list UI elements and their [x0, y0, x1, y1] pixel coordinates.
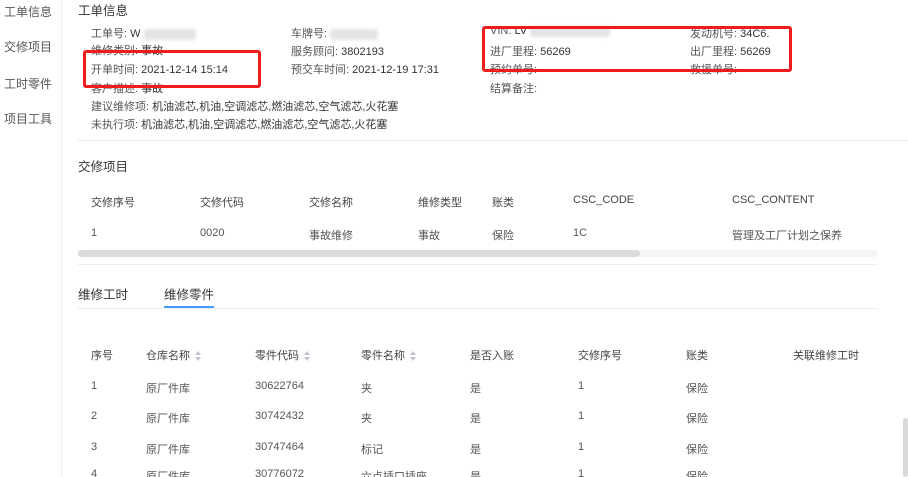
table-cell: 1 [91, 380, 98, 392]
column-header-label: 零件代码 [255, 350, 299, 362]
service-advisor-field: 服务顾问: 3802193 [291, 43, 384, 59]
sidebar-item-project-tools[interactable]: 项目工具 [4, 110, 52, 127]
highlight-mileage-box [482, 26, 792, 72]
settle-note-label: 结算备注: [490, 83, 538, 95]
table-cell: 标记 [361, 444, 383, 456]
table-cell: 30776072 [255, 468, 304, 477]
service-advisor-label: 服务顾问: [291, 46, 339, 58]
table-cell: 夹 [361, 383, 372, 395]
column-header: 交修名称 [309, 197, 353, 209]
table-cell: 2 [91, 410, 98, 422]
table-cell: 1 [91, 227, 98, 239]
tab-labor-hours[interactable]: 维修工时 [78, 284, 128, 303]
table-cell: 六点插口插座 [361, 471, 427, 477]
not-executed-field: 未执行项: 机油滤芯,机油,空调滤芯,燃油滤芯,空气滤芯,火花塞 [91, 116, 387, 132]
column-header: CSC_CODE [573, 194, 635, 206]
table-cell: 保险 [686, 444, 708, 456]
highlight-open-time-box [83, 50, 261, 88]
column-header: 交修序号 [578, 350, 622, 362]
table-cell: 夹 [361, 413, 372, 425]
suggested-repair-value: 机油滤芯,机油,空调滤芯,燃油滤芯,空气滤芯,火花塞 [152, 101, 399, 113]
table-cell: 原厂件库 [146, 444, 190, 456]
table-cell: 1 [578, 380, 585, 392]
table-cell: 保险 [492, 230, 514, 242]
table-cell: 保险 [686, 383, 708, 395]
column-header: 维修类型 [418, 197, 462, 209]
column-header[interactable]: 仓库名称 [146, 347, 201, 363]
table-cell: 30622764 [255, 380, 304, 392]
table-cell: 30747464 [255, 441, 304, 453]
order-no-label: 工单号: [91, 28, 128, 40]
table-cell: 1 [578, 441, 585, 453]
service-advisor-value: 3802193 [341, 46, 384, 58]
column-header-label: 零件名称 [361, 350, 405, 362]
table-cell: 管理及工厂计划之保养 [732, 230, 842, 242]
table-cell: 0020 [200, 227, 225, 239]
column-header: 序号 [91, 350, 113, 362]
vertical-scrollbar[interactable] [903, 418, 908, 477]
order-info-title: 工单信息 [78, 4, 129, 18]
table-cell: 1C [573, 227, 588, 239]
table-cell: 原厂件库 [146, 471, 190, 477]
expected-delivery-field: 预交车时间: 2021-12-19 17:31 [291, 61, 439, 77]
sidebar-item-repair-items[interactable]: 交修项目 [4, 38, 52, 55]
table-cell: 保险 [686, 413, 708, 425]
table-cell: 事故维修 [309, 230, 353, 242]
order-no-value: W [130, 28, 141, 40]
table-cell: 30742432 [255, 410, 304, 422]
column-header: 交修代码 [200, 197, 244, 209]
sort-icon[interactable] [195, 351, 201, 362]
suggested-repair-label: 建议维修项: [91, 101, 150, 113]
plate-no-field: 车牌号: [291, 25, 379, 41]
tabs-divider [78, 308, 878, 309]
expected-delivery-value: 2021-12-19 17:31 [352, 64, 439, 76]
sort-icon[interactable] [410, 351, 416, 362]
table-cell: 1 [578, 468, 585, 477]
sort-icon[interactable] [304, 351, 310, 362]
column-header: 交修序号 [91, 197, 135, 209]
plate-no-label: 车牌号: [291, 28, 328, 40]
suggested-repair-field: 建议维修项: 机油滤芯,机油,空调滤芯,燃油滤芯,空气滤芯,火花塞 [91, 98, 398, 114]
column-header-label: 仓库名称 [146, 350, 190, 362]
not-executed-label: 未执行项: [91, 119, 139, 131]
sidebar-item-labor-parts[interactable]: 工时零件 [4, 75, 52, 92]
column-header: CSC_CONTENT [732, 194, 815, 206]
table-cell: 3 [91, 441, 98, 453]
not-executed-value: 机油滤芯,机油,空调滤芯,燃油滤芯,空气滤芯,火花塞 [141, 119, 388, 131]
scrollbar-thumb[interactable] [78, 250, 640, 257]
column-header: 账类 [492, 197, 514, 209]
table-cell: 是 [470, 383, 481, 395]
table-cell: 原厂件库 [146, 383, 190, 395]
table-cell: 事故 [418, 230, 440, 242]
sidebar-item-order-info[interactable]: 工单信息 [4, 3, 52, 20]
table-cell: 是 [470, 444, 481, 456]
sidebar-nav: 工单信息 交修项目 工时零件 项目工具 [0, 0, 62, 477]
column-header: 账类 [686, 350, 708, 362]
redacted-mask [143, 28, 196, 40]
expected-delivery-label: 预交车时间: [291, 64, 350, 76]
tab-repair-parts[interactable]: 维修零件 [164, 284, 214, 303]
section-divider [78, 140, 908, 141]
redacted-mask [330, 28, 379, 40]
table-cell: 是 [470, 413, 481, 425]
column-header[interactable]: 零件名称 [361, 347, 416, 363]
section-divider [78, 264, 878, 265]
column-header: 是否入账 [470, 350, 514, 362]
horizontal-scrollbar[interactable] [78, 250, 878, 257]
column-header: 关联维修工时 [793, 350, 859, 362]
table-cell: 保险 [686, 471, 708, 477]
repair-items-title: 交修项目 [78, 160, 129, 174]
column-header[interactable]: 零件代码 [255, 347, 310, 363]
settle-note-field: 结算备注: [490, 80, 537, 96]
table-cell: 4 [91, 468, 98, 477]
table-cell: 1 [578, 410, 585, 422]
table-cell: 是 [470, 471, 481, 477]
order-no-field: 工单号: W [91, 25, 196, 41]
table-cell: 原厂件库 [146, 413, 190, 425]
